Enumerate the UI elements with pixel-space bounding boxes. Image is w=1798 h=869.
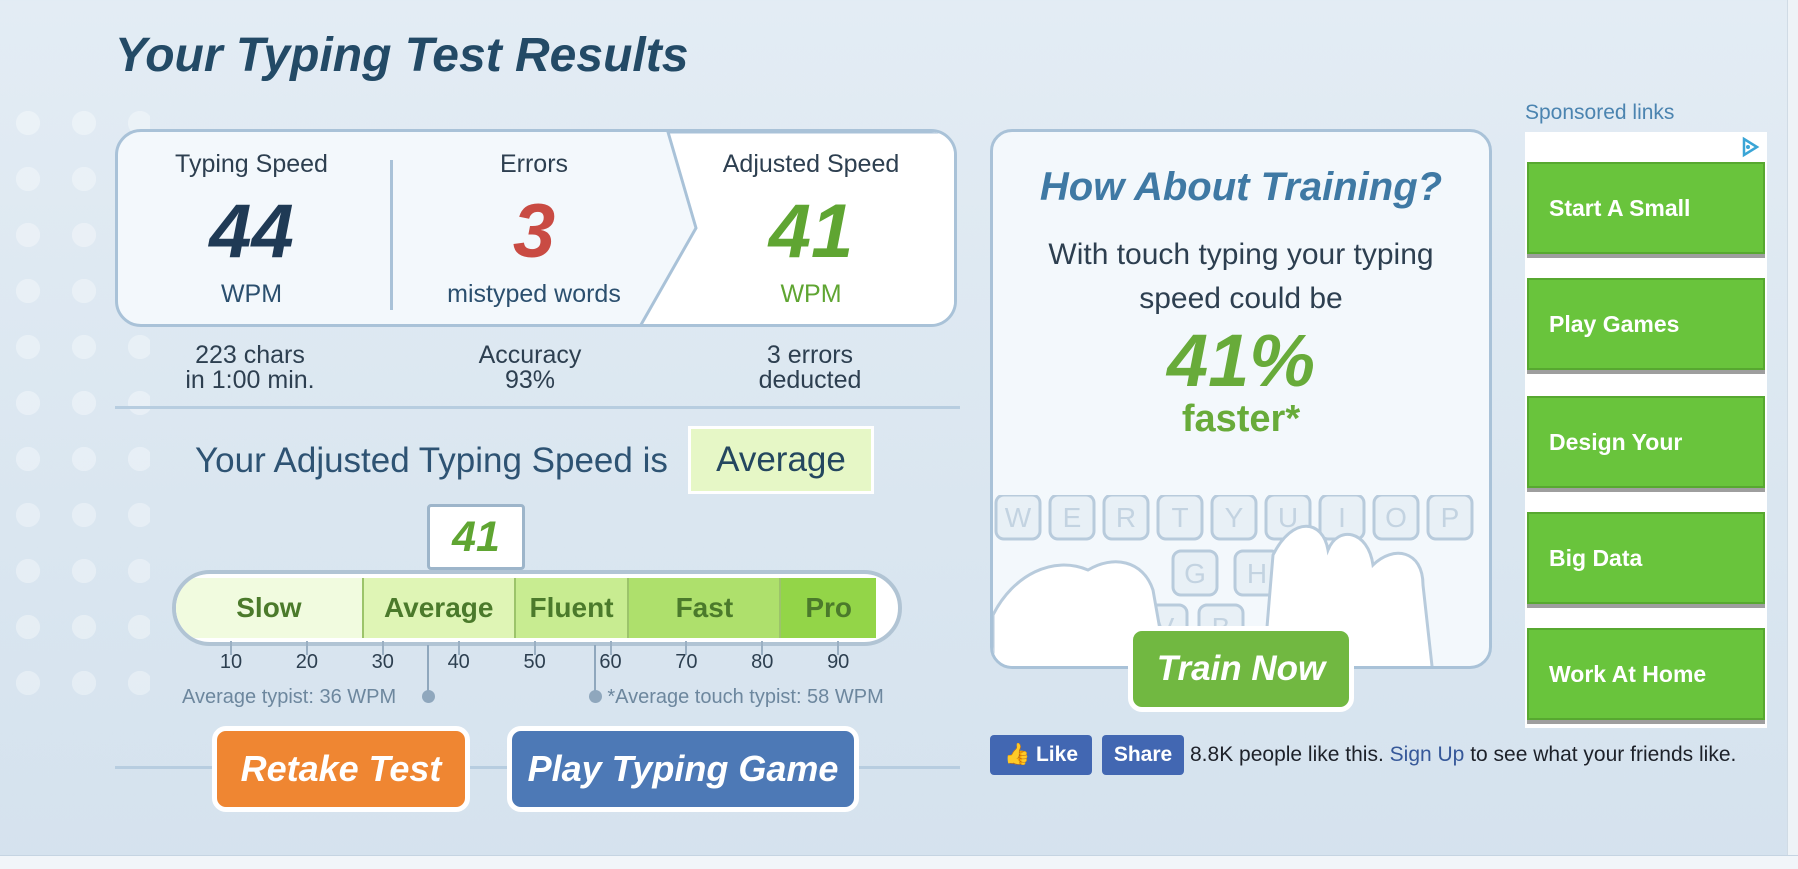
facebook-signup-link[interactable]: Sign Up: [1390, 743, 1465, 766]
errors-header: Errors: [499, 150, 569, 178]
scale-tick-label: 70: [675, 651, 698, 673]
ad-link[interactable]: Design Your: [1527, 396, 1765, 488]
typing-speed-value: 44: [209, 189, 294, 274]
play-typing-game-button[interactable]: Play Typing Game: [507, 726, 859, 812]
accuracy-label: Accuracy: [478, 341, 582, 369]
scale-segment-average: Average: [363, 578, 516, 638]
scale-tick-label: 50: [523, 651, 546, 673]
adjusted-speed-unit: WPM: [780, 280, 842, 308]
ad-column: Start A Small Play Games Design Your Big Da…: [1525, 132, 1767, 728]
training-text-line2: speed could be: [1139, 282, 1343, 315]
errors-unit: mistyped words: [447, 280, 621, 308]
scrollbar[interactable]: [1787, 0, 1798, 855]
scale-tick-label: 40: [447, 651, 470, 673]
key-t: T: [1156, 495, 1204, 541]
facebook-like-button[interactable]: 👍 Like: [990, 735, 1092, 775]
svg-text:H: H: [1247, 558, 1267, 589]
adjusted-speed-column: Adjusted Speed 41 WPM: [668, 132, 954, 324]
train-now-button[interactable]: Train Now: [1128, 626, 1354, 712]
key-r: R: [1102, 495, 1150, 541]
rating-badge: Average: [688, 426, 874, 494]
adchoices-icon[interactable]: [1739, 136, 1761, 158]
ad-link[interactable]: Work At Home: [1527, 628, 1765, 720]
divider: [115, 406, 960, 409]
scale-segment-fast: Fast: [629, 578, 782, 638]
training-text-line1: With touch typing your typing: [1048, 238, 1434, 271]
page-title: Your Typing Test Results: [115, 29, 689, 82]
key-i: I: [1318, 495, 1366, 541]
svg-text:T: T: [1171, 502, 1188, 533]
typing-speed-unit: WPM: [220, 280, 283, 308]
average-touch-typist-dot: [589, 690, 603, 703]
rating-label: Your Adjusted Typing Speed is: [195, 441, 668, 480]
errors-value: 3: [512, 189, 556, 274]
scale-tick-label: 20: [295, 651, 319, 673]
deducted-count: 3 errors: [766, 341, 854, 369]
scale-tick-label: 60: [599, 651, 622, 673]
footer-strip: [0, 855, 1798, 869]
average-typist-dot: [422, 690, 436, 703]
svg-text:W: W: [1005, 502, 1032, 533]
speed-scale: Slow Average Fluent Fast Pro: [172, 570, 902, 646]
chars-duration: in 1:00 min.: [185, 366, 315, 394]
training-faster: faster*: [1181, 398, 1301, 440]
accuracy-value: 93%: [504, 366, 556, 394]
scale-segment-pro: Pro: [781, 578, 877, 638]
thumbs-up-icon: 👍: [1003, 743, 1031, 766]
svg-text:R: R: [1116, 502, 1136, 533]
adjusted-speed-header: Adjusted Speed: [722, 150, 900, 178]
average-typist-line: [427, 645, 430, 695]
ad-link[interactable]: Start A Small: [1527, 162, 1765, 254]
deducted-summary: 3 errors deducted: [690, 343, 930, 393]
typing-speed-column: Typing Speed 44 WPM: [118, 132, 385, 324]
svg-text:P: P: [1441, 502, 1460, 533]
results-card: Typing Speed 44 WPM Errors 3 mistyped wo…: [115, 129, 957, 327]
ad-link[interactable]: Big Data: [1527, 512, 1765, 604]
facebook-share-button[interactable]: Share: [1102, 735, 1184, 775]
scale-segment-fluent: Fluent: [515, 578, 630, 638]
key-g: G: [1171, 549, 1219, 597]
scale-tick-label: 30: [371, 651, 394, 673]
adjusted-speed-value: 41: [768, 189, 854, 274]
svg-text:E: E: [1063, 502, 1082, 533]
facebook-like-label: Like: [1035, 743, 1079, 766]
svg-text:I: I: [1338, 502, 1346, 533]
scale-tick-label: 10: [219, 651, 243, 673]
facebook-social-text: 8.8K people like this. Sign Up to see wh…: [1190, 743, 1736, 767]
training-title: How About Training?: [1039, 165, 1443, 209]
sponsored-links-label: Sponsored links: [1525, 101, 1675, 124]
accuracy-summary: Accuracy 93%: [410, 343, 650, 393]
key-w: W: [994, 495, 1042, 541]
svg-text:O: O: [1385, 502, 1407, 533]
key-y: Y: [1210, 495, 1258, 541]
facebook-like-count: 8.8K people like this.: [1190, 743, 1384, 766]
average-touch-typist-label: *Average touch typist: 58 WPM: [607, 686, 884, 708]
average-typist-label: Average typist: 36 WPM: [182, 686, 397, 708]
ad-link[interactable]: Play Games: [1527, 278, 1765, 370]
chars-count: 223 chars: [195, 341, 305, 369]
retake-test-button[interactable]: Retake Test: [212, 726, 470, 812]
scale-tick-label: 90: [827, 651, 850, 673]
key-o: O: [1372, 495, 1420, 541]
training-percent: 41%: [1166, 319, 1316, 402]
svg-text:G: G: [1184, 558, 1206, 589]
errors-column: Errors 3 mistyped words: [393, 132, 675, 324]
typing-speed-header: Typing Speed: [175, 150, 328, 178]
deducted-label: deducted: [758, 366, 862, 394]
facebook-text-after: to see what your friends like.: [1470, 743, 1737, 766]
scale-tick-label: 80: [751, 651, 774, 673]
chars-summary: 223 chars in 1:00 min.: [130, 343, 370, 393]
scale-segment-slow: Slow: [176, 578, 364, 638]
key-p: P: [1426, 495, 1474, 541]
speed-marker: 41: [427, 504, 525, 570]
average-touch-typist-line: [594, 645, 597, 695]
training-panel: How About Training? With touch typing yo…: [990, 129, 1492, 669]
svg-text:Y: Y: [1225, 502, 1244, 533]
key-e: E: [1048, 495, 1096, 541]
